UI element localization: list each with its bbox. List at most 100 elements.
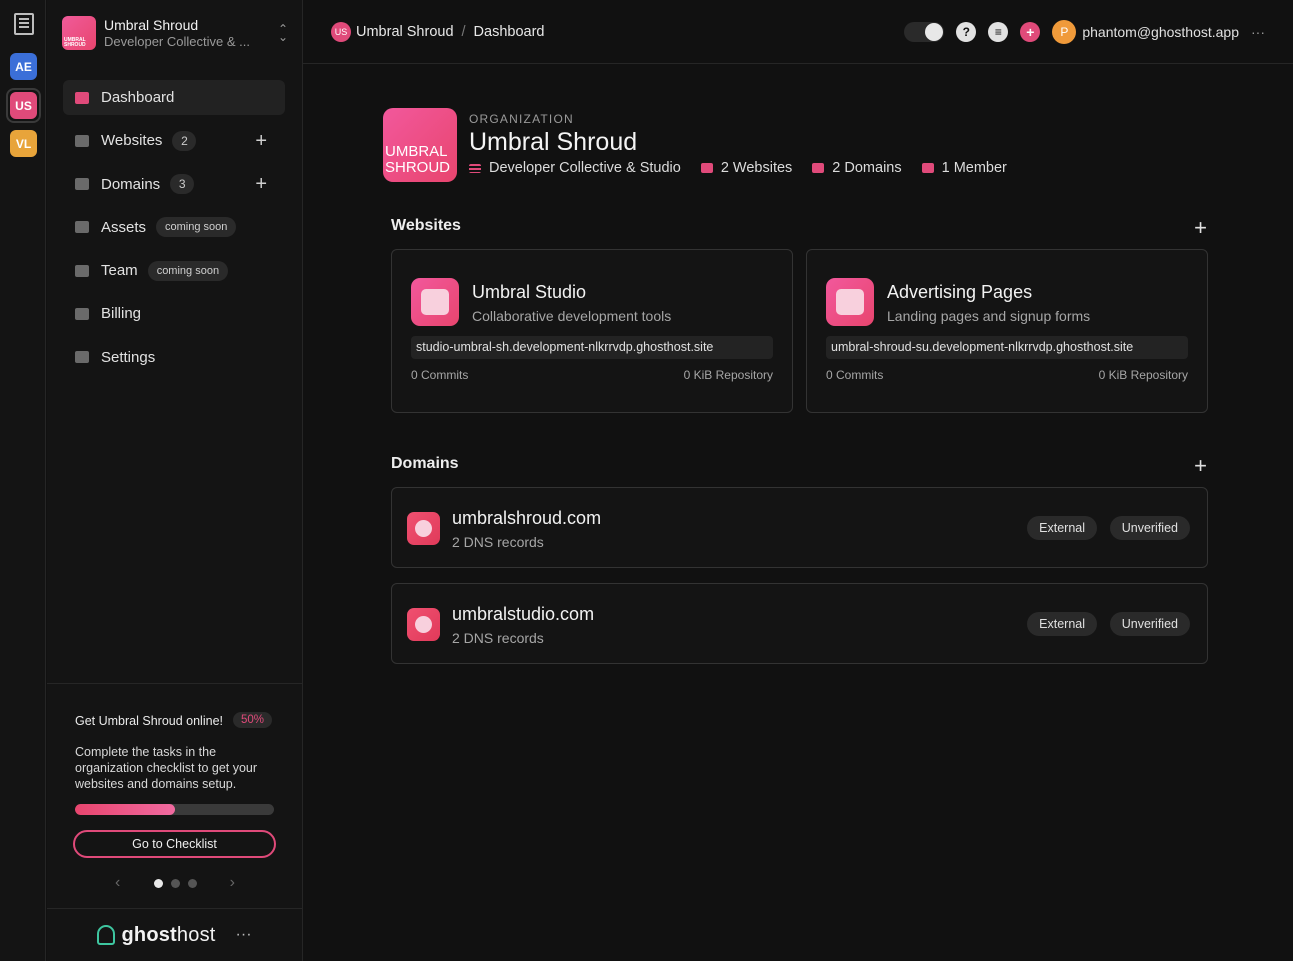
domain-row[interactable]: umbralshroud.com 2 DNS records External … <box>391 487 1208 568</box>
website-commits: 0 Commits <box>411 368 469 382</box>
website-card[interactable]: Umbral Studio Collaborative development … <box>391 249 793 413</box>
meta-members: 1 Member <box>921 160 1007 176</box>
domain-dns-records: 2 DNS records <box>452 630 544 646</box>
chevron-right-icon[interactable]: › <box>230 874 235 892</box>
add-website-button[interactable]: + <box>255 131 267 151</box>
team-icon <box>75 264 89 277</box>
checklist-percent-badge: 50% <box>233 712 273 728</box>
org-logo: UMBRAL SHROUD <box>62 16 96 50</box>
rail-org-vl[interactable]: VL <box>10 130 37 157</box>
sidebar-item-domains[interactable]: Domains 3 + <box>63 167 285 202</box>
org-switcher[interactable]: UMBRAL SHROUD Umbral Shroud Developer Co… <box>62 14 290 52</box>
description-icon <box>469 163 481 173</box>
website-icon <box>826 278 874 326</box>
websites-icon <box>75 134 89 147</box>
user-avatar[interactable]: P <box>1052 20 1077 44</box>
website-repo-size: 0 KiB Repository <box>1098 368 1188 382</box>
sidebar-item-team[interactable]: Team coming soon <box>63 253 285 288</box>
sidebar-item-label: Domains <box>101 175 161 193</box>
sidebar-item-label: Assets <box>101 218 147 236</box>
breadcrumb-page: Dashboard <box>473 24 545 40</box>
sidebar-nav: Dashboard Websites 2 + Domains 3 + Asset… <box>63 80 285 383</box>
external-badge: External <box>1027 516 1097 540</box>
domain-name: umbralstudio.com <box>452 604 595 624</box>
website-url[interactable]: umbral-shroud-su.development-nlkrrvdp.gh… <box>826 336 1188 359</box>
sidebar-item-label: Websites <box>101 132 163 150</box>
meta-label: 2 Domains <box>832 160 902 176</box>
meta-description: Developer Collective & Studio <box>469 160 681 176</box>
brand-name-bold: ghost <box>121 923 177 946</box>
add-icon[interactable]: + <box>1020 22 1041 42</box>
domains-count-badge: 3 <box>170 174 195 195</box>
more-options-icon[interactable]: ··· <box>236 926 252 944</box>
domain-icon <box>407 608 440 641</box>
sidebar: UMBRAL SHROUD Umbral Shroud Developer Co… <box>47 0 303 961</box>
help-icon[interactable]: ? <box>956 22 977 42</box>
domains-icon <box>812 163 825 173</box>
theme-toggle[interactable] <box>904 22 945 42</box>
pager-dot[interactable] <box>153 878 163 888</box>
external-badge: External <box>1027 612 1097 636</box>
website-repo-size: 0 KiB Repository <box>683 368 773 382</box>
members-icon <box>921 163 934 173</box>
org-kicker: ORGANIZATION <box>469 112 574 126</box>
org-logo-line: UMBRAL <box>385 143 448 160</box>
chevron-updown-icon: ⌃ ⌄ <box>277 22 289 44</box>
checklist-progress-bar <box>75 804 274 815</box>
sidebar-item-dashboard[interactable]: Dashboard <box>63 80 285 115</box>
onboarding-checklist-card: Get Umbral Shroud online! 50% Complete t… <box>47 683 302 909</box>
billing-icon <box>75 307 89 320</box>
checklist-description: Complete the tasks in the organization c… <box>75 745 258 791</box>
org-subtitle: Developer Collective & ... <box>104 34 250 49</box>
coming-soon-badge: coming soon <box>156 217 237 238</box>
org-logo-text: UMBRAL SHROUD <box>64 37 86 48</box>
websites-count-badge: 2 <box>172 130 197 151</box>
assets-icon <box>75 221 89 234</box>
meta-websites: 2 Websites <box>700 160 793 176</box>
top-bar: US Umbral Shroud / Dashboard ? ≡ + P pha… <box>303 0 1293 64</box>
website-name: Umbral Studio <box>472 282 587 302</box>
sidebar-item-label: Dashboard <box>101 89 175 106</box>
ghost-logo-icon <box>97 925 116 945</box>
unverified-badge: Unverified <box>1109 612 1190 636</box>
sidebar-item-settings[interactable]: Settings <box>63 340 285 375</box>
chat-icon[interactable]: ≡ <box>988 22 1009 42</box>
pager-dot[interactable] <box>170 878 180 888</box>
meta-label: 1 Member <box>941 160 1007 176</box>
website-card[interactable]: Advertising Pages Landing pages and sign… <box>806 249 1208 413</box>
sidebar-item-assets[interactable]: Assets coming soon <box>63 210 285 245</box>
checklist-title: Get Umbral Shroud online! <box>75 714 223 728</box>
add-domain-button[interactable]: + <box>255 174 267 194</box>
organizations-icon[interactable] <box>10 10 37 37</box>
domain-row[interactable]: umbralstudio.com 2 DNS records External … <box>391 583 1208 664</box>
checklist-pager: ‹ › <box>115 874 235 892</box>
websites-icon <box>700 163 713 173</box>
domain-icon <box>407 512 440 545</box>
top-actions: ? ≡ + P phantom@ghosthost.app ··· <box>904 20 1265 44</box>
org-hero-logo: UMBRAL SHROUD <box>383 108 457 182</box>
brand-footer: ghosthost ··· <box>47 908 302 961</box>
chevron-left-icon[interactable]: ‹ <box>115 874 120 892</box>
breadcrumb-org[interactable]: Umbral Shroud <box>356 24 454 40</box>
pager-dot[interactable] <box>187 878 197 888</box>
add-website-button[interactable]: + <box>1194 217 1207 239</box>
page-title: Umbral Shroud <box>469 128 638 156</box>
rail-org-ae[interactable]: AE <box>10 53 37 80</box>
more-options-icon[interactable]: ··· <box>1251 24 1265 40</box>
meta-label: 2 Websites <box>720 160 793 176</box>
add-domain-button[interactable]: + <box>1194 455 1207 477</box>
go-to-checklist-button[interactable]: Go to Checklist <box>73 830 276 858</box>
sidebar-item-label: Team <box>101 262 138 280</box>
org-meta: Developer Collective & Studio 2 Websites… <box>469 160 1027 176</box>
domains-section-title: Domains <box>391 455 459 472</box>
sidebar-item-websites[interactable]: Websites 2 + <box>63 123 285 158</box>
domain-dns-records: 2 DNS records <box>452 534 544 550</box>
rail-org-us[interactable]: US <box>10 92 37 119</box>
user-email[interactable]: phantom@ghosthost.app <box>1082 24 1239 40</box>
sidebar-item-billing[interactable]: Billing <box>63 296 285 331</box>
website-url[interactable]: studio-umbral-sh.development-nlkrrvdp.gh… <box>411 336 773 359</box>
website-description: Collaborative development tools <box>472 308 672 324</box>
unverified-badge: Unverified <box>1109 516 1190 540</box>
workspace-rail: AE US VL <box>0 0 46 961</box>
sidebar-item-label: Billing <box>101 305 142 323</box>
